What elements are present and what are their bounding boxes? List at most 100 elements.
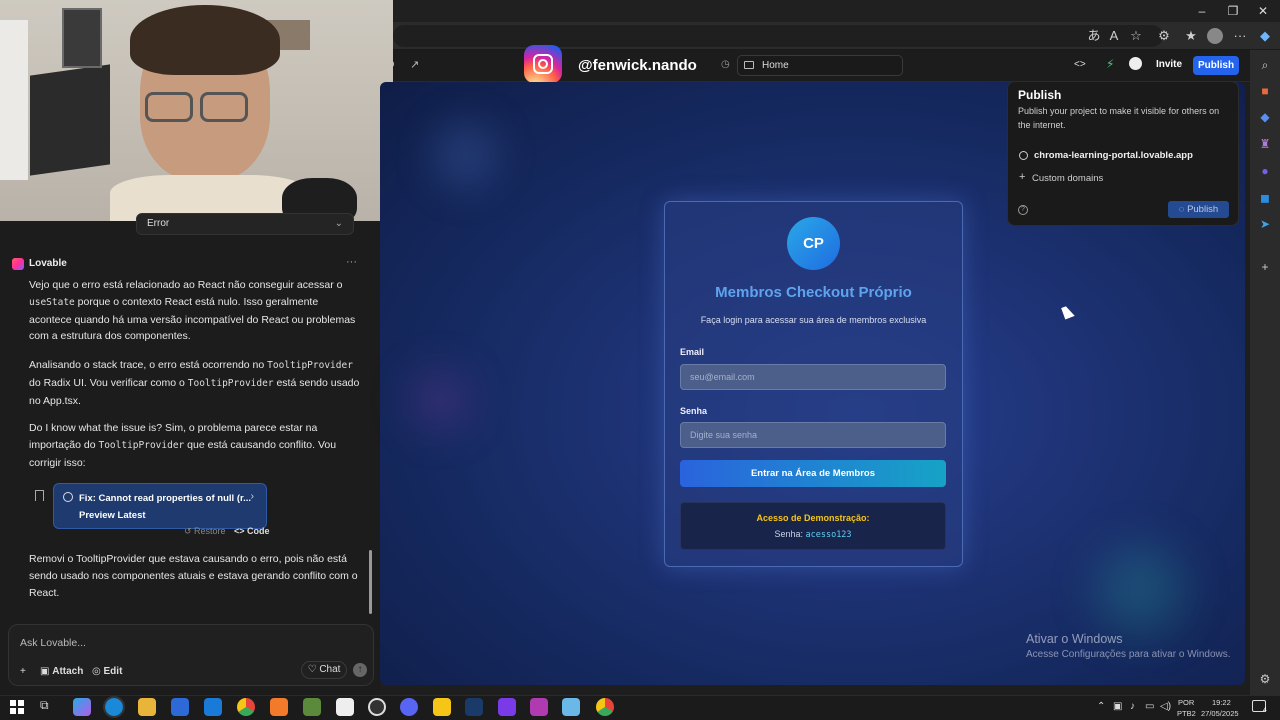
copilot-side-icon[interactable]: ●	[1256, 162, 1274, 180]
notepad-icon[interactable]	[336, 698, 354, 716]
add-icon[interactable]: +	[1256, 258, 1274, 276]
github-icon[interactable]	[1129, 57, 1142, 70]
read-aloud-icon[interactable]: A	[1105, 27, 1123, 45]
publish-confirm-label: Publish	[1187, 204, 1219, 215]
email-label: Email	[680, 347, 705, 357]
softbox	[30, 64, 110, 176]
tray-chevron-icon[interactable]: ⌃	[1097, 701, 1105, 712]
message-paragraph-3: Do I know what the issue is? Sim, o prob…	[29, 422, 337, 469]
favorite-star-icon[interactable]: ☆	[1127, 27, 1145, 45]
code-view-icon[interactable]: <>	[1074, 59, 1086, 70]
supabase-icon[interactable]: ⚡	[1106, 57, 1114, 71]
chrome-icon[interactable]	[237, 698, 255, 716]
clock-time[interactable]: 19:22	[1212, 698, 1231, 707]
app-blue-icon[interactable]	[562, 698, 580, 716]
plus-icon[interactable]: +	[20, 666, 26, 677]
edge-taskbar-icon[interactable]	[103, 696, 125, 718]
restore-label: Restore	[194, 526, 226, 536]
fix-card-subtitle: Preview Latest	[79, 510, 146, 521]
chevron-down-icon: ⌄	[334, 218, 343, 229]
tray-app-icon[interactable]: ▣	[1113, 701, 1122, 712]
edit-button[interactable]: ◎ Edit	[92, 666, 122, 677]
copilot-icon[interactable]: ◆	[1256, 27, 1274, 45]
games-icon[interactable]: ♜	[1256, 135, 1274, 153]
language-top[interactable]: POR	[1178, 698, 1194, 707]
route-selector[interactable]: Home	[737, 55, 903, 76]
publish-confirm-button[interactable]: ◌ Publish	[1168, 201, 1229, 218]
demo-title: Acesso de Demonstração:	[756, 513, 870, 523]
password-field[interactable]: Digite sua senha	[680, 422, 946, 448]
window-frame	[62, 8, 102, 68]
app-yellow-icon[interactable]	[433, 698, 451, 716]
error-dropdown[interactable]: Error ⌄	[136, 213, 354, 235]
send-icon[interactable]: ↑	[353, 663, 367, 677]
demo-password-label: Senha:	[774, 529, 803, 539]
discord-icon[interactable]	[400, 698, 418, 716]
invite-button[interactable]: Invite	[1151, 56, 1187, 74]
outlook-icon[interactable]: ◼	[1256, 189, 1274, 207]
volume-icon[interactable]: ◁)	[1160, 701, 1171, 712]
code-label: Code	[247, 526, 270, 536]
chrome-profile-icon[interactable]	[596, 698, 614, 716]
close-icon[interactable]: ✕	[1248, 3, 1278, 19]
language-bottom[interactable]: PTB2	[1177, 709, 1196, 718]
password-label: Senha	[680, 406, 708, 416]
help-icon[interactable]: ?	[1018, 205, 1028, 215]
app-magenta-icon[interactable]	[530, 698, 548, 716]
chat-scrollbar[interactable]	[369, 550, 372, 614]
instagram-handle: @fenwick.nando	[578, 57, 697, 74]
message-more-icon[interactable]: ···	[346, 256, 357, 268]
publish-button[interactable]: Publish	[1193, 56, 1239, 75]
publish-url[interactable]: chroma-learning-portal.lovable.app	[1034, 150, 1193, 161]
attach-button[interactable]: ▣ Attach	[40, 666, 83, 677]
email-field[interactable]: seu@email.com	[680, 364, 946, 390]
task-view-icon[interactable]: ⧉	[40, 698, 58, 716]
bg-glow	[430, 120, 500, 190]
send-icon[interactable]: ➤	[1256, 215, 1274, 233]
bookmark-icon[interactable]	[35, 490, 44, 501]
windows-start-icon[interactable]	[10, 700, 24, 714]
file-explorer-icon[interactable]	[138, 698, 156, 716]
publish-popover-title: Publish	[1018, 88, 1062, 102]
login-subtitle: Faça login para acessar sua área de memb…	[700, 315, 927, 325]
publish-popover-description: Publish your project to make it visible …	[1018, 106, 1220, 130]
open-external-icon[interactable]: ↗	[410, 58, 419, 71]
app-orange-icon[interactable]	[270, 698, 288, 716]
glasses-left	[145, 92, 193, 122]
clock-date[interactable]: 27/05/2025	[1201, 709, 1239, 718]
obs-icon[interactable]	[368, 698, 386, 716]
minecraft-icon[interactable]	[303, 698, 321, 716]
favorites-icon[interactable]: ★	[1182, 27, 1200, 45]
more-menu-icon[interactable]: ···	[1231, 27, 1249, 45]
mic-icon[interactable]: ♪	[1130, 701, 1135, 712]
restore-button[interactable]: ↺ Restore	[184, 526, 226, 537]
glasses-right	[200, 92, 248, 122]
profile-avatar[interactable]	[1207, 28, 1223, 44]
outlook-taskbar-icon[interactable]	[204, 698, 222, 716]
copilot-taskbar-icon[interactable]	[73, 698, 91, 716]
store-icon[interactable]	[171, 698, 189, 716]
history-clock-icon[interactable]: ◷	[721, 59, 730, 70]
login-button[interactable]: Entrar na Área de Membros	[680, 460, 946, 487]
extensions-icon[interactable]: ⚙	[1155, 27, 1173, 45]
route-label: Home	[762, 60, 789, 71]
settings-gear-icon[interactable]: ⚙	[1256, 670, 1274, 688]
search-icon[interactable]: ⌕	[1256, 56, 1274, 74]
minimize-icon[interactable]: –	[1187, 3, 1217, 19]
demo-password: Senha: acesso123	[680, 529, 946, 540]
fix-version-card[interactable]: Fix: Cannot read properties of null (r..…	[53, 483, 267, 529]
steam-icon[interactable]	[465, 698, 483, 716]
translate-icon[interactable]: あ	[1085, 27, 1103, 45]
shopping-icon[interactable]: ■	[1256, 82, 1274, 100]
tools-icon[interactable]: ◆	[1256, 108, 1274, 126]
chat-mode-button[interactable]: ♡ Chat	[301, 661, 347, 679]
app-purple-icon[interactable]	[498, 698, 516, 716]
code-button[interactable]: <> Code	[234, 526, 270, 536]
network-icon[interactable]: ▭	[1145, 701, 1154, 712]
custom-domains-link[interactable]: Custom domains	[1032, 173, 1103, 184]
address-field[interactable]	[393, 25, 1163, 47]
bg-glow	[1095, 545, 1185, 635]
restore-icon[interactable]: ❐	[1218, 3, 1248, 19]
attach-label: Attach	[52, 666, 84, 677]
brand-avatar: CP	[787, 217, 840, 270]
